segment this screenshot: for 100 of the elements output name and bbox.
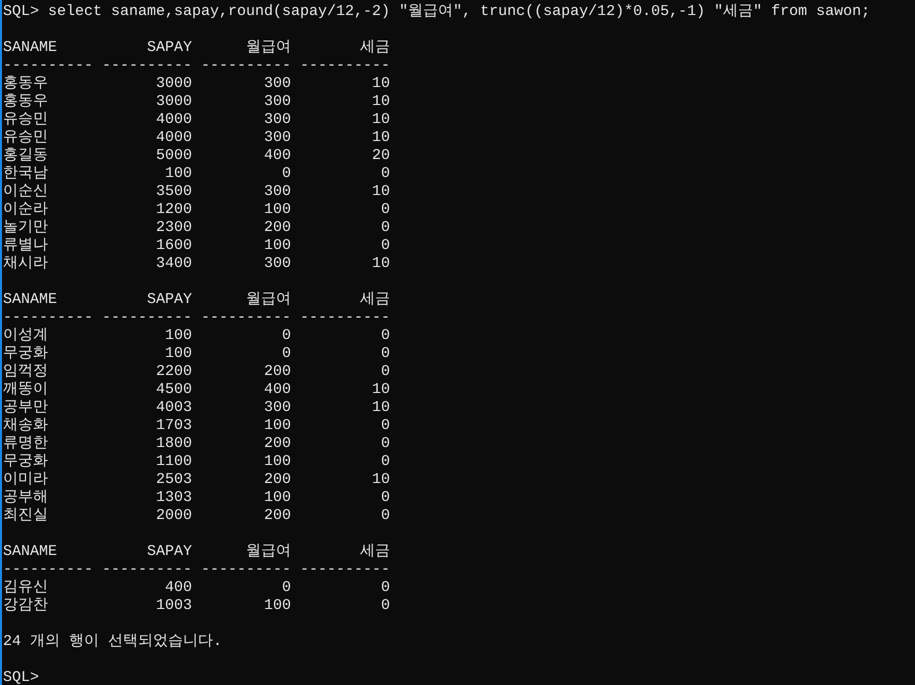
table-cell: 10 xyxy=(372,93,390,111)
column-header: 세금 xyxy=(360,291,390,309)
table-cell: 400 xyxy=(264,381,291,399)
table-cell: 4500 xyxy=(156,381,192,399)
column-header: SAPAY xyxy=(146,39,192,57)
table-cell: 200 xyxy=(264,435,291,453)
column-header: 월급여 xyxy=(246,291,291,309)
table-cell: 100 xyxy=(164,327,192,345)
table-cell: 이성계 xyxy=(3,327,48,345)
column-header: SAPAY xyxy=(146,291,192,309)
column-separator: ---------- xyxy=(102,309,192,327)
table-cell: 10 xyxy=(372,111,390,129)
column-separator: ---------- xyxy=(3,309,94,327)
table-cell: 1200 xyxy=(156,201,192,219)
table-cell: 0 xyxy=(282,327,291,345)
table-cell: 0 xyxy=(380,237,390,255)
table-cell: 100 xyxy=(264,237,291,255)
column-header: SANAME xyxy=(3,39,58,57)
table-cell: 200 xyxy=(264,219,291,237)
table-cell: 유승민 xyxy=(3,111,48,129)
table-cell: 400 xyxy=(164,579,192,597)
table-cell: 0 xyxy=(380,327,390,345)
table-cell: 2503 xyxy=(156,471,192,489)
table-cell: 100 xyxy=(164,165,192,183)
column-header: SANAME xyxy=(3,543,58,561)
table-cell: 유승민 xyxy=(3,129,48,147)
table-cell: 0 xyxy=(380,579,390,597)
table-cell: 0 xyxy=(282,579,291,597)
column-header: SAPAY xyxy=(146,543,192,561)
table-cell: 4003 xyxy=(156,399,192,417)
table-cell: 4000 xyxy=(156,129,192,147)
table-cell: 한국남 xyxy=(3,165,48,183)
table-cell: 2000 xyxy=(156,507,192,525)
table-cell: 홍동우 xyxy=(3,93,48,111)
table-cell: 300 xyxy=(264,129,291,147)
table-cell: 2200 xyxy=(156,363,192,381)
table-cell: 10 xyxy=(372,399,390,417)
table-cell: 0 xyxy=(380,597,390,615)
table-cell: 채시라 xyxy=(3,255,48,273)
table-cell: 홍길동 xyxy=(3,147,48,165)
table-cell: 400 xyxy=(264,147,291,165)
column-separator: ---------- xyxy=(102,57,192,75)
column-separator: ---------- xyxy=(102,561,192,579)
table-cell: 1703 xyxy=(156,417,192,435)
column-header: 세금 xyxy=(360,39,390,57)
table-cell: 홍동우 xyxy=(3,75,48,93)
table-cell: 300 xyxy=(264,75,291,93)
table-cell: 0 xyxy=(380,345,390,363)
table-cell: 무궁화 xyxy=(3,453,48,471)
table-cell: 5000 xyxy=(156,147,192,165)
table-cell: 1800 xyxy=(156,435,192,453)
table-cell: 0 xyxy=(380,417,390,435)
table-cell: 3500 xyxy=(156,183,192,201)
table-cell: 공부해 xyxy=(3,489,48,507)
table-cell: 300 xyxy=(264,399,291,417)
table-cell: 0 xyxy=(282,165,291,183)
table-cell: 100 xyxy=(264,453,291,471)
table-cell: 100 xyxy=(264,201,291,219)
table-cell: 이순라 xyxy=(3,201,48,219)
column-separator: ---------- xyxy=(201,57,292,75)
table-cell: 0 xyxy=(380,363,390,381)
table-cell: 10 xyxy=(372,183,390,201)
sql-prompt: SQL> xyxy=(3,669,40,685)
table-cell: 200 xyxy=(264,363,291,381)
result-message: 24 개의 행이 선택되었습니다. xyxy=(3,633,224,651)
table-cell: 깨똥이 xyxy=(3,381,48,399)
column-separator: ---------- xyxy=(300,561,390,579)
table-cell: 10 xyxy=(372,129,390,147)
table-cell: 200 xyxy=(264,471,291,489)
table-cell: 10 xyxy=(372,255,390,273)
table-cell: 300 xyxy=(264,111,291,129)
table-cell: 이미라 xyxy=(3,471,48,489)
table-cell: 3400 xyxy=(156,255,192,273)
table-cell: 1003 xyxy=(156,597,192,615)
column-header: 월급여 xyxy=(246,39,291,57)
table-cell: 0 xyxy=(380,165,390,183)
column-separator: ---------- xyxy=(300,309,390,327)
column-separator: ---------- xyxy=(201,309,292,327)
table-cell: 이순신 xyxy=(3,183,48,201)
table-cell: 300 xyxy=(264,93,291,111)
table-cell: 류별나 xyxy=(3,237,48,255)
table-cell: 0 xyxy=(380,219,390,237)
table-cell: 300 xyxy=(264,255,291,273)
table-cell: 10 xyxy=(372,75,390,93)
table-cell: 0 xyxy=(380,201,390,219)
column-separator: ---------- xyxy=(3,561,94,579)
table-cell: 200 xyxy=(264,507,291,525)
table-cell: 2300 xyxy=(156,219,192,237)
table-cell: 무궁화 xyxy=(3,345,48,363)
column-header: 월급여 xyxy=(246,543,291,561)
table-cell: 100 xyxy=(264,489,291,507)
table-cell: 3000 xyxy=(156,75,192,93)
table-cell: 1600 xyxy=(156,237,192,255)
table-cell: 0 xyxy=(380,435,390,453)
column-separator: ---------- xyxy=(3,57,94,75)
column-header: SANAME xyxy=(3,291,58,309)
table-cell: 10 xyxy=(372,471,390,489)
table-cell: 4000 xyxy=(156,111,192,129)
table-cell: 100 xyxy=(264,417,291,435)
table-cell: 채송화 xyxy=(3,417,48,435)
